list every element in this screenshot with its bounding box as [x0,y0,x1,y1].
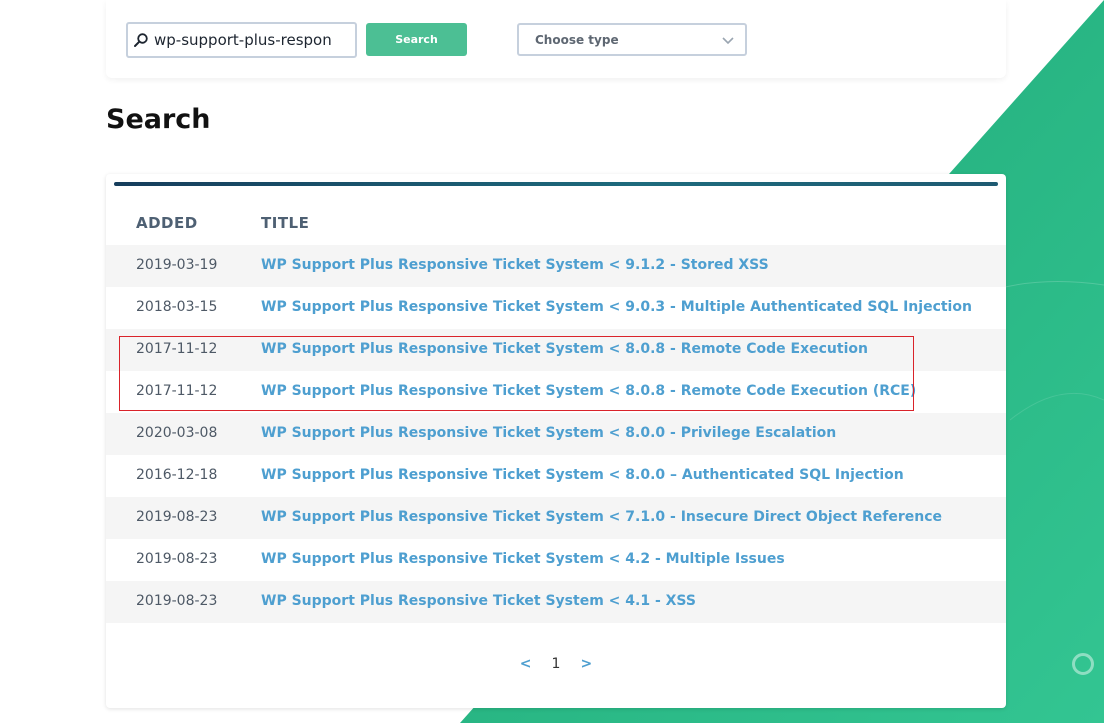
table-accent-bar [114,182,998,186]
table-row: 2016-12-18 WP Support Plus Responsive Ti… [106,455,1006,497]
table-row: 2019-08-23 WP Support Plus Responsive Ti… [106,539,1006,581]
results-table: ADDED TITLE 2019-03-19 WP Support Plus R… [106,174,1006,708]
search-input-wrapper[interactable] [126,22,357,58]
row-title-link[interactable]: WP Support Plus Responsive Ticket System… [261,551,785,567]
type-select-value: Choose type [535,32,619,47]
page-title: Search [106,104,211,135]
row-date: 2020-03-08 [136,425,218,441]
pagination-current-page[interactable]: 1 [552,656,561,676]
table-row: 2019-08-23 WP Support Plus Responsive Ti… [106,497,1006,539]
row-title-link[interactable]: WP Support Plus Responsive Ticket System… [261,593,696,609]
pagination: < 1 > [106,656,1006,676]
search-input[interactable] [154,24,354,56]
search-icon [128,24,154,56]
column-header-title: TITLE [261,214,310,232]
chevron-down-icon [721,33,735,50]
row-date: 2016-12-18 [136,467,218,483]
page: Search Choose type Search ADDED TITLE 20… [0,0,1104,723]
highlight-annotation [119,336,914,411]
row-title-link[interactable]: WP Support Plus Responsive Ticket System… [261,509,942,525]
table-row: 2019-03-19 WP Support Plus Responsive Ti… [106,245,1006,287]
row-date: 2019-08-23 [136,509,218,525]
row-date: 2019-03-19 [136,257,218,273]
row-title-link[interactable]: WP Support Plus Responsive Ticket System… [261,467,904,483]
table-body: 2019-03-19 WP Support Plus Responsive Ti… [106,245,1006,623]
row-title-link[interactable]: WP Support Plus Responsive Ticket System… [261,257,769,273]
table-row: 2018-03-15 WP Support Plus Responsive Ti… [106,287,1006,329]
table-header: ADDED TITLE [106,210,1006,244]
pagination-next[interactable]: > [580,656,592,676]
pagination-prev[interactable]: < [520,656,532,676]
ring-decoration-icon [1072,653,1094,675]
row-date: 2019-08-23 [136,593,218,609]
table-row: 2020-03-08 WP Support Plus Responsive Ti… [106,413,1006,455]
table-row: 2019-08-23 WP Support Plus Responsive Ti… [106,581,1006,623]
row-title-link[interactable]: WP Support Plus Responsive Ticket System… [261,299,972,315]
search-panel: Search Choose type [106,0,1006,78]
row-title-link[interactable]: WP Support Plus Responsive Ticket System… [261,425,836,441]
search-button[interactable]: Search [366,23,467,56]
column-header-added: ADDED [136,214,198,232]
type-select[interactable]: Choose type [517,23,747,56]
row-date: 2018-03-15 [136,299,218,315]
row-date: 2019-08-23 [136,551,218,567]
